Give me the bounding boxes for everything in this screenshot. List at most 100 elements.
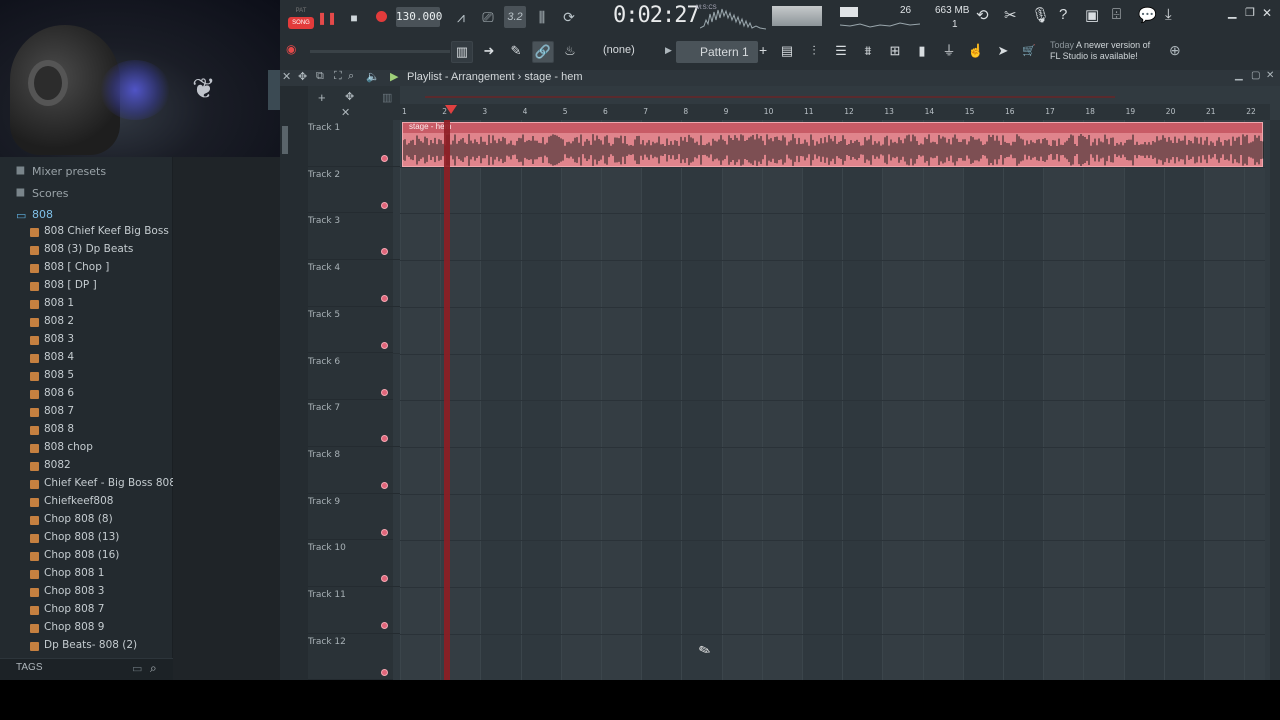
browser-file-item[interactable]: 808 2 [0,314,173,332]
add-pattern-icon[interactable]: + [759,42,767,58]
track-grip[interactable] [393,446,400,493]
record-button[interactable] [372,7,392,27]
microphone-icon[interactable]: 🎙 [1031,6,1050,24]
playhead-marker[interactable] [445,105,457,114]
track-enable-icon[interactable] [381,341,388,349]
browser-file-item[interactable]: 808 [ DP ] [0,278,173,296]
song-time-display[interactable]: 0:02:27 [613,3,700,31]
track-enable-icon[interactable] [381,435,388,443]
browser-file-item[interactable]: 808 1 [0,296,173,314]
track-header[interactable]: Track 10 [308,540,400,587]
folder-icon[interactable]: ▭ [132,662,142,675]
track-header[interactable]: Track 5 [308,306,400,354]
update-notification[interactable]: Today A newer version of FL Studio is av… [1050,40,1150,62]
audio-clip[interactable]: stage - hem [402,122,1264,167]
pat-song-toggle[interactable]: PAT SONG [288,5,314,31]
browser-file-item[interactable]: 808 4 [0,350,173,368]
track-enable-icon[interactable] [381,248,388,256]
track-grip[interactable] [393,353,400,400]
help-icon[interactable]: ? [1059,6,1067,23]
track-grip[interactable] [393,260,400,307]
search-icon[interactable]: ⌕ [150,661,157,676]
arrow-icon[interactable]: ➜ [478,41,500,63]
browser-file-item[interactable]: Chief Keef - Big Boss 808 [0,476,173,494]
preset-selector[interactable]: (none) [603,44,635,56]
close-window-icon[interactable]: ✕ [1262,6,1272,20]
browser-file-item[interactable]: 808 8 [0,422,173,440]
browser-file-item[interactable]: Chop 808 1 [0,566,173,584]
loop-record-icon[interactable]: ⟳ [558,6,580,28]
snap-icon[interactable]: ✥ [345,90,354,103]
browser-file-item[interactable]: Chop 808 (8) [0,512,173,530]
pattern-length-button[interactable]: 3.2 [504,6,526,28]
tempo-display[interactable]: 130.000 [396,7,442,27]
horizontal-scrollbar[interactable] [425,96,1115,98]
track-grip[interactable] [393,633,400,680]
chat-icon[interactable]: 💬 [1138,6,1157,24]
playlist-close-icon[interactable]: ✕ [1266,70,1274,81]
pause-button[interactable]: ❚❚ [317,7,337,27]
track-grip[interactable] [393,166,400,213]
play-pattern-icon[interactable]: ▶ [665,45,672,56]
close-icon[interactable]: ✕ [282,70,291,83]
track-header[interactable]: Track 4 [308,260,400,307]
track-header[interactable]: Track 8 [308,446,400,494]
fullscreen-icon[interactable]: ⛶ [334,70,342,83]
undo-history-icon[interactable]: ⟲ [976,6,989,24]
plug-icon[interactable]: ⏚ [938,41,960,63]
browser-file-item[interactable]: Chiefkeef808 [0,494,173,512]
track-enable-icon[interactable] [381,481,388,489]
touch-icon[interactable]: ☝ [965,41,987,63]
link-icon[interactable]: 🔗 [532,41,554,63]
browser-file-item[interactable]: 808 chop [0,440,173,458]
minimize-window-icon[interactable]: ▁ [1228,6,1236,19]
track-enable-icon[interactable] [381,295,388,303]
piano-roll-icon[interactable]: ▥ [451,41,473,63]
vertical-scrollbar[interactable] [1270,120,1280,680]
browser-file-item[interactable]: 808 3 [0,332,173,350]
restore-window-icon[interactable]: ❐ [1245,6,1255,19]
file-icon[interactable]: ▮ [911,41,933,63]
step-sequencer-icon[interactable]: ⫶ [803,41,825,63]
track-enable-icon[interactable] [381,528,388,536]
browser-folder-scores[interactable]: ⯀ Scores [0,185,173,205]
track-header[interactable]: Track 2 [308,166,400,214]
track-enable-icon[interactable] [381,668,388,676]
track-enable-icon[interactable] [381,575,388,583]
track-header[interactable]: Track 7 [308,400,400,447]
track-header[interactable]: Track 9 [308,493,400,541]
scissors-icon[interactable]: ✂ [1004,6,1017,24]
track-grip[interactable] [393,400,400,447]
wait-input-icon[interactable]: ⎚ [477,6,499,28]
pattern-selector[interactable]: Pattern 1 [676,41,758,63]
track-grip[interactable] [393,540,400,587]
browser-file-item[interactable]: 8082 [0,458,173,476]
playlist-maximize-icon[interactable]: ▢ [1251,70,1260,81]
track-header[interactable]: Track 12 [308,633,400,681]
browser-file-item[interactable]: 808 5 [0,368,173,386]
save-icon[interactable]: ▣ [1085,6,1099,24]
track-grip[interactable] [393,306,400,353]
speaker-icon[interactable]: 🔈 [366,70,380,83]
arrow-right-icon[interactable]: ➤ [992,41,1014,63]
playlist-icon[interactable]: ▤ [776,41,798,63]
playlist-minimize-icon[interactable]: ▁ [1235,70,1243,81]
browser-tree-icon[interactable]: ⊞ [884,41,906,63]
globe-icon[interactable]: ⊕ [1169,42,1181,59]
browser-file-item[interactable]: Dp Beats- 808 (2) [0,638,173,656]
paint-tool-icon[interactable]: ⧉ [316,70,324,83]
track-enable-icon[interactable] [381,622,388,629]
browser-file-item[interactable]: Chop 808 (16) [0,548,173,566]
master-pitch-icon[interactable]: ◉ [286,42,296,56]
collapse-icon[interactable]: ✕ [341,106,350,119]
browser-file-item[interactable]: 808 [ Chop ] [0,260,173,278]
browser-folder-mixer-presets[interactable]: ⯀ Mixer presets [0,163,173,183]
browser-file-item[interactable]: Chop 808 3 [0,584,173,602]
track-grip[interactable] [393,213,400,260]
play-arrangement-icon[interactable]: ▶ [390,70,398,83]
mixer-icon[interactable]: ⩩ [857,41,879,63]
draw-icon[interactable]: ✎ [505,41,527,63]
metronome-icon[interactable]: ⩘ [450,6,472,28]
track-enable-icon[interactable] [381,201,388,209]
track-grip[interactable] [393,120,400,166]
